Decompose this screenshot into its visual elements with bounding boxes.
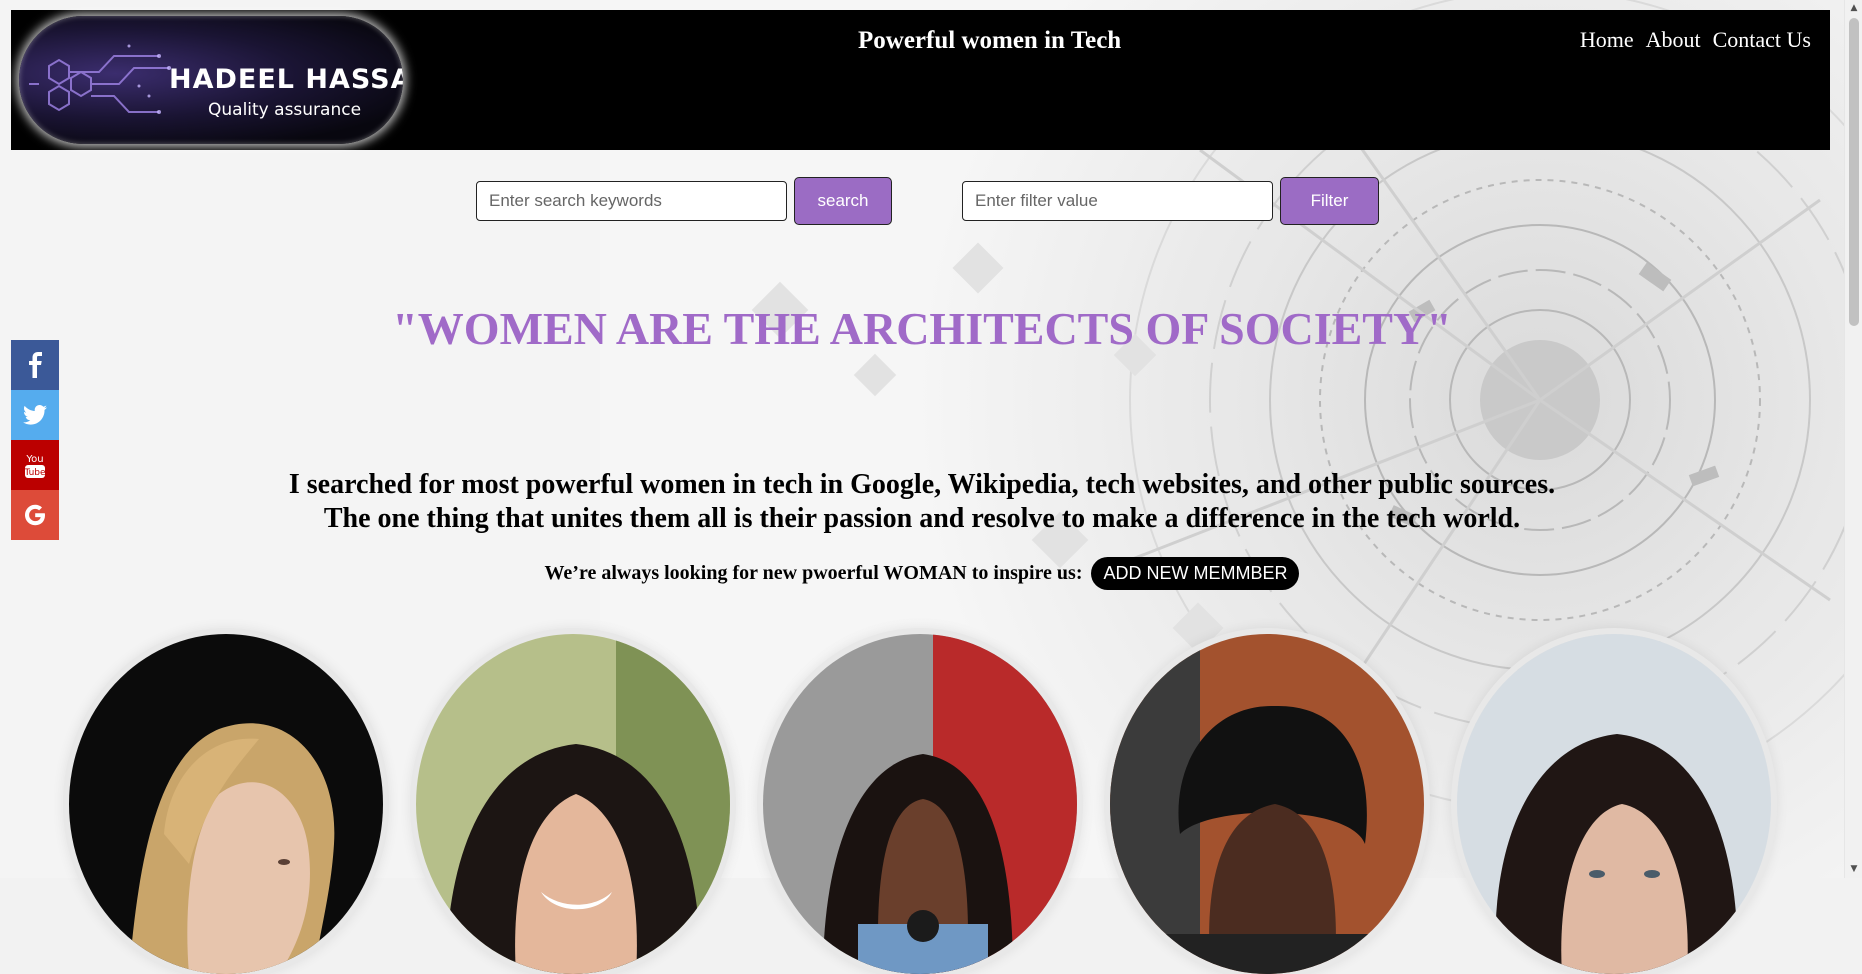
intro-line: I searched for most powerful women in te… xyxy=(288,469,1556,500)
site-header: HADEEL HASSAN Quality assurance Powerful… xyxy=(11,10,1830,150)
svg-text:You: You xyxy=(25,454,43,465)
google-icon xyxy=(25,504,45,526)
main-nav: Home About Contact Us xyxy=(1580,27,1811,53)
nav-home-link[interactable]: Home xyxy=(1580,27,1634,53)
intro-text: I searched for most powerful women in te… xyxy=(0,468,1844,536)
member-card-portrait[interactable] xyxy=(763,634,1077,974)
cta-row: We’re always looking for new pwoerful WO… xyxy=(0,557,1844,590)
site-title: Powerful women in Tech xyxy=(858,27,1122,54)
logo-name: HADEEL HASSAN xyxy=(169,64,403,95)
member-card-portrait[interactable] xyxy=(1457,634,1771,974)
scroll-down-arrow-icon[interactable]: ▼ xyxy=(1845,861,1862,878)
portrait-image xyxy=(1110,634,1424,974)
portrait-image xyxy=(1457,634,1771,974)
twitter-link[interactable] xyxy=(11,390,59,440)
social-bar: You Tube xyxy=(11,340,59,540)
twitter-icon xyxy=(23,405,47,425)
add-member-button[interactable]: ADD NEW MEMMBER xyxy=(1091,557,1300,590)
member-card-portrait[interactable] xyxy=(1110,634,1424,974)
cta-text: We’re always looking for new pwoerful WO… xyxy=(544,562,1083,584)
portrait-image xyxy=(416,634,730,974)
member-card-portrait[interactable] xyxy=(69,634,383,974)
svg-text:Tube: Tube xyxy=(24,468,46,478)
member-card-portrait[interactable] xyxy=(416,634,730,974)
search-input[interactable] xyxy=(476,181,787,221)
nav-about-link[interactable]: About xyxy=(1646,27,1701,53)
scroll-thumb[interactable] xyxy=(1849,18,1859,326)
intro-line: The one thing that unites them all is th… xyxy=(323,503,1521,534)
youtube-icon: You Tube xyxy=(24,454,46,478)
page-scrollbar[interactable]: ▲ ▼ xyxy=(1844,0,1862,878)
facebook-icon xyxy=(29,352,42,378)
search-button[interactable]: search xyxy=(794,177,892,225)
logo-subtitle: Quality assurance xyxy=(208,100,362,120)
filter-input[interactable] xyxy=(962,181,1273,221)
nav-contact-link[interactable]: Contact Us xyxy=(1713,27,1811,53)
site-logo[interactable]: HADEEL HASSAN Quality assurance xyxy=(19,16,403,144)
youtube-link[interactable]: You Tube xyxy=(11,440,59,490)
portrait-image xyxy=(69,634,383,974)
portrait-image xyxy=(763,634,1077,974)
google-link[interactable] xyxy=(11,490,59,540)
scroll-up-arrow-icon[interactable]: ▲ xyxy=(1845,0,1862,17)
filter-button[interactable]: Filter xyxy=(1280,177,1379,225)
facebook-link[interactable] xyxy=(11,340,59,390)
quote-heading: "WOMEN ARE THE ARCHITECTS OF SOCIETY" xyxy=(392,303,1452,354)
